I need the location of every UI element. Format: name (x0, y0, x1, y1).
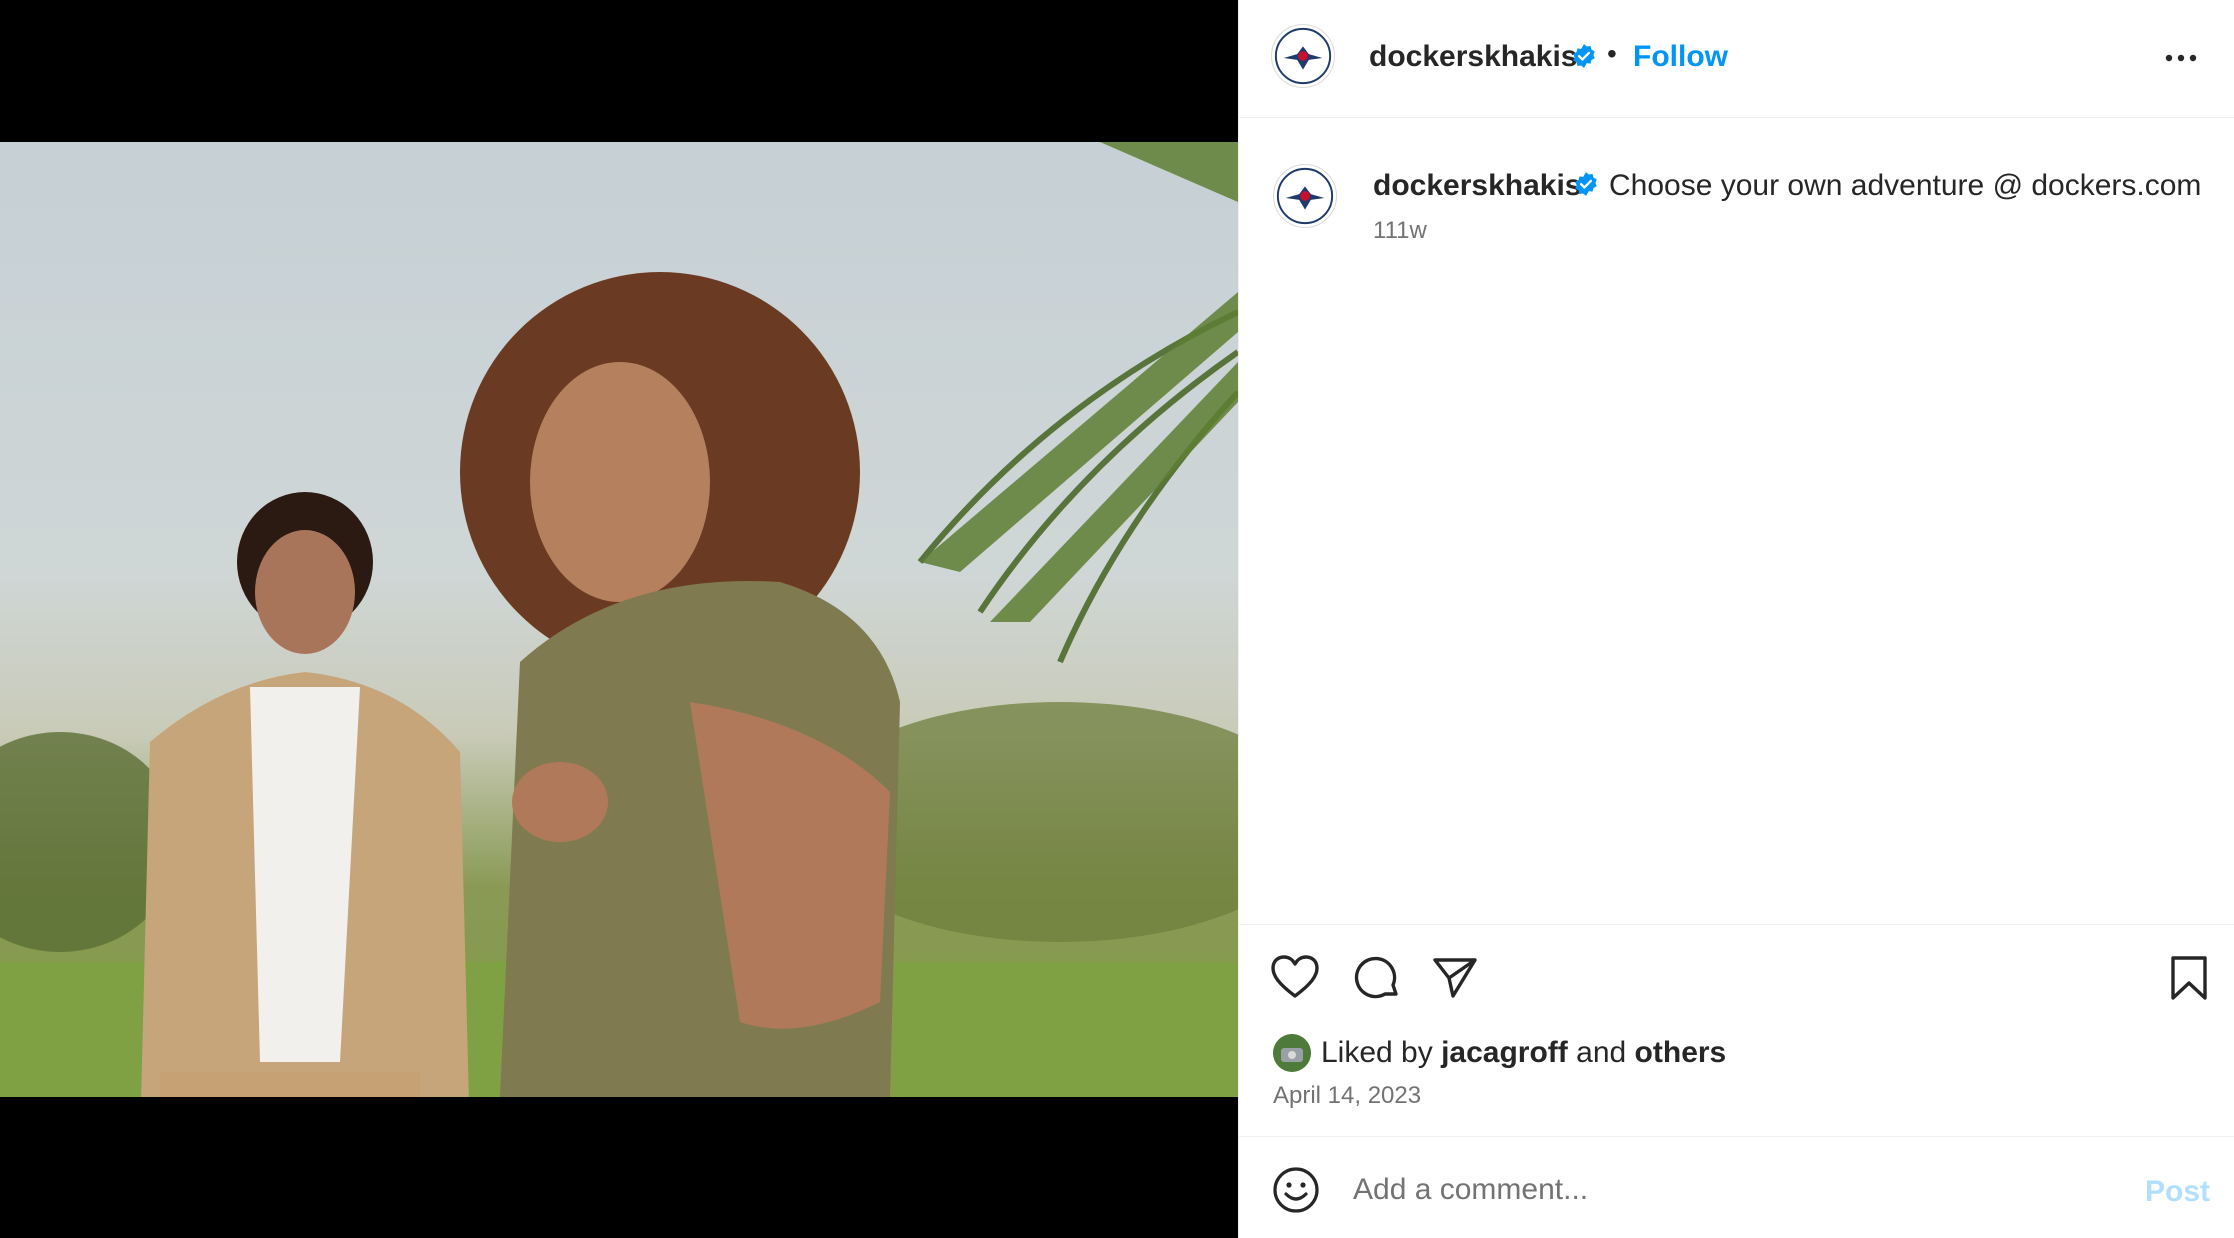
photo-illustration (0, 142, 1238, 1097)
post-header: dockerskhakis • Follow (1239, 0, 2234, 118)
bookmark-icon[interactable] (2163, 952, 2215, 1004)
profile-avatar[interactable] (1271, 24, 1335, 88)
post-photo[interactable] (0, 142, 1238, 1097)
caption-timestamp[interactable]: 111w (1373, 217, 1427, 245)
comment-input[interactable] (1351, 1163, 2055, 1217)
paper-plane-icon[interactable] (1429, 952, 1481, 1004)
liked-by-user[interactable]: jacagroff (1441, 1036, 1568, 1069)
heart-icon[interactable] (1269, 952, 1321, 1004)
post-date[interactable]: April 14, 2023 (1273, 1082, 1421, 1110)
header-username[interactable]: dockerskhakis (1369, 40, 1577, 74)
post-details-panel: dockerskhakis • Follow dockerskhakis Cho… (1238, 0, 2234, 1238)
comment-icon[interactable] (1351, 952, 1403, 1004)
caption-username[interactable]: dockerskhakis (1373, 169, 1581, 203)
post-comment-button[interactable]: Post (2145, 1175, 2210, 1209)
liker-avatar[interactable] (1273, 1034, 1311, 1072)
liked-by-prefix: Liked by (1321, 1036, 1433, 1069)
more-horizontal-icon[interactable] (2159, 38, 2203, 78)
follow-button[interactable]: Follow (1633, 40, 1728, 74)
liked-by-joiner: and (1576, 1036, 1627, 1069)
caption-text: Choose your own adventure @ dockers.com (1609, 169, 2202, 202)
header-separator: • (1607, 38, 1617, 69)
liked-by-others[interactable]: others (1635, 1036, 1727, 1069)
liked-by-summary: Liked by jacagroff and others (1321, 1036, 1726, 1070)
caption-avatar[interactable] (1273, 164, 1337, 228)
post-media (0, 0, 1238, 1238)
smiley-icon[interactable] (1271, 1165, 1321, 1215)
verified-badge-icon (1575, 172, 1597, 196)
comment-bar: Post (1239, 1136, 2234, 1238)
verified-badge-icon (1573, 44, 1595, 68)
actions-divider (1239, 924, 2234, 925)
